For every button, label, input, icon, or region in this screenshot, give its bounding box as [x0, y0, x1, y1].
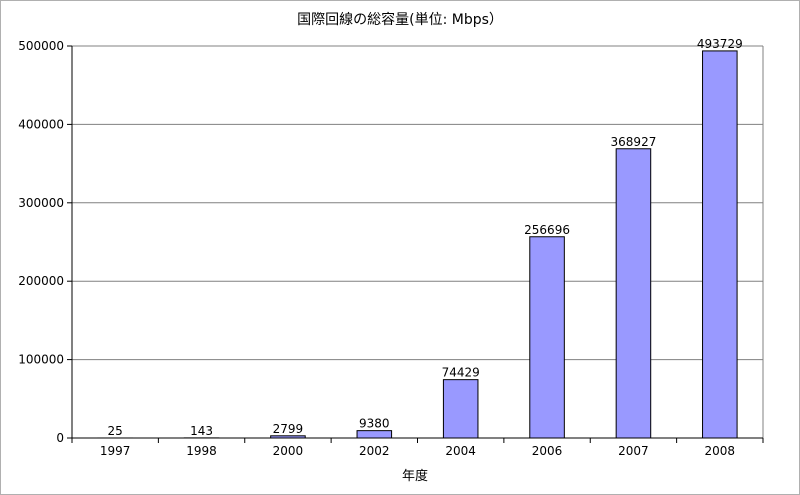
bars	[97, 50, 738, 439]
bar-2006	[529, 236, 565, 439]
y-tick-label: 200000	[18, 274, 64, 288]
data-label: 493729	[697, 37, 743, 51]
y-tick-label: 400000	[18, 117, 64, 131]
x-tick-label: 2002	[359, 444, 390, 458]
bar-2008	[702, 50, 738, 439]
y-tick-label: 300000	[18, 196, 64, 210]
axes: 0 100000 200000 300000 400000 500000 1997 1998 2…	[18, 39, 764, 458]
y-tick-label: 100000	[18, 353, 64, 367]
bar-2002	[356, 430, 393, 439]
chart-title: 国際回線の総容量(単位: Mbps）	[297, 11, 503, 28]
y-tick-label: 0	[56, 431, 64, 445]
data-label: 74429	[442, 366, 480, 380]
data-label: 368927	[611, 135, 657, 149]
x-tick-label: 2004	[445, 444, 476, 458]
x-axis-title: 年度	[402, 468, 428, 484]
x-tick-label: 2007	[618, 444, 649, 458]
x-tick-label: 2008	[705, 444, 736, 458]
x-tick-label: 1997	[100, 444, 131, 458]
x-tick-label: 2000	[273, 444, 304, 458]
x-tick-label: 1998	[186, 444, 217, 458]
y-tick-label: 500000	[18, 39, 64, 53]
data-label: 2799	[273, 422, 304, 436]
data-label: 25	[108, 424, 123, 438]
data-label: 143	[190, 424, 213, 438]
bar-2007	[615, 148, 652, 439]
bar-2004	[442, 379, 479, 439]
data-label: 256696	[524, 223, 570, 237]
gridlines	[72, 45, 764, 438]
data-label: 9380	[359, 417, 390, 431]
bar-chart: 国際回線の総容量(単位: Mbps） 0 100000 200000 300000 40…	[18, 11, 764, 484]
x-tick-label: 2006	[532, 444, 563, 458]
